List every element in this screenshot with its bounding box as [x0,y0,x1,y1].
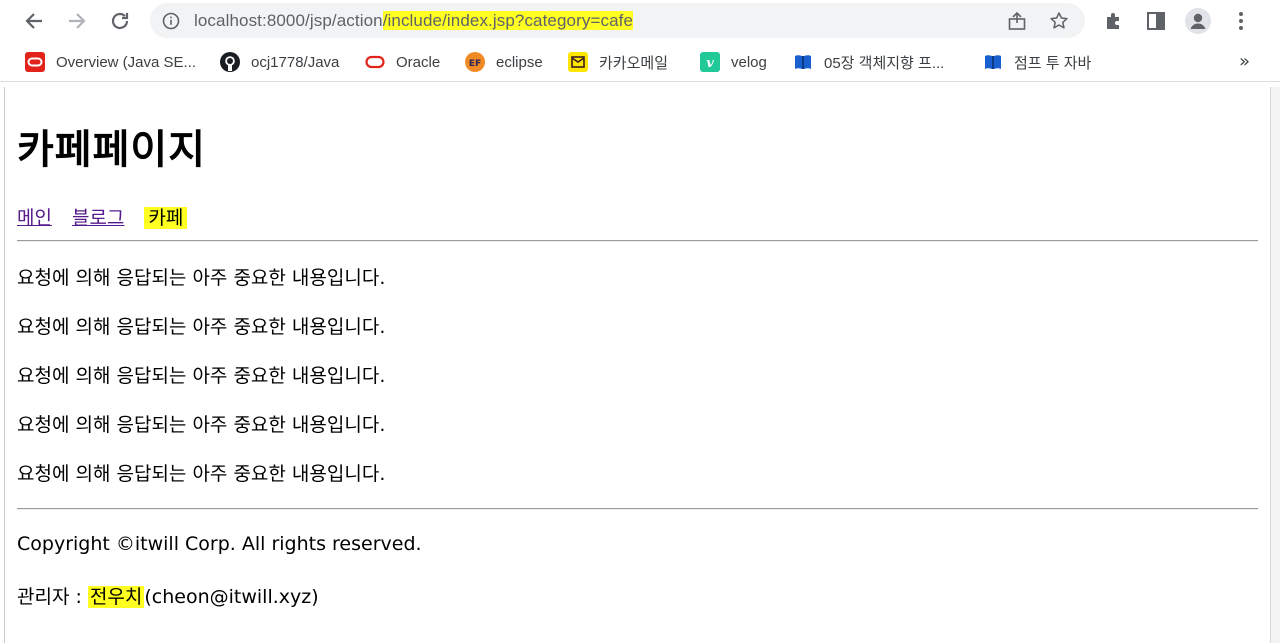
content-line: 요청에 의해 응답되는 아주 중요한 내용입니다. [17,463,386,485]
bookmark-oracle[interactable]: Oracle [364,51,440,73]
arrow-left-icon [25,13,42,29]
avatar-icon [1185,8,1211,34]
forward-button[interactable] [62,6,92,36]
url-text[interactable]: localhost:8000/jsp/action/include/index.… [194,11,634,31]
bookmark-label: 카카오메일 [599,54,669,72]
content-area: 요청에 의해 응답되는 아주 중요한 내용입니다. 요청에 의해 응답되는 아주… [17,262,385,507]
info-icon[interactable] [162,12,180,30]
oracle-ring-icon [364,51,386,73]
bookmark-label: 05장 객체지향 프... [824,54,945,72]
page-viewport: 카페페이지 메인 블로그 카페 요청에 의해 응답되는 아주 중요한 내용입니다. … [4,87,1269,643]
side-panel-button[interactable] [1141,6,1171,36]
admin-email: (cheon@itwill.xyz) [144,586,319,608]
page-title: 카페페이지 [17,127,206,173]
book-icon [982,51,1004,73]
nav-link-cafe-current[interactable]: 카페 [144,207,188,229]
nav-link-blog[interactable]: 블로그 [72,207,124,229]
window-edge [1270,87,1280,643]
eclipse-icon: EF [464,51,486,73]
bookmark-github-java[interactable]: ocj1778/Java [219,51,339,73]
bookmark-label: Overview (Java SE... [56,53,197,71]
book-icon [792,51,814,73]
velog-icon: v [699,51,721,73]
divider [17,240,1258,242]
kakao-mail-icon [567,51,589,73]
extensions-button[interactable] [1098,6,1128,36]
github-icon [219,51,241,73]
nav-menu: 메인 블로그 카페 [17,203,188,230]
bookmarks-overflow-button[interactable]: » [1239,51,1250,72]
bookmark-label: ocj1778/Java [251,53,340,71]
puzzle-icon [1107,13,1119,29]
bookmark-jump-to-java[interactable]: 점프 투 자바 [982,51,1091,73]
bookmark-chapter5-oop[interactable]: 05장 객체지향 프... [792,51,944,73]
profile-button[interactable] [1183,6,1213,36]
bookmark-label: Oracle [396,53,441,71]
bookmark-label: velog [731,53,767,71]
bookmark-velog[interactable]: v velog [699,51,767,73]
menu-button[interactable] [1226,6,1256,36]
content-line: 요청에 의해 응답되는 아주 중요한 내용입니다. [17,316,386,338]
share-icon[interactable] [1006,10,1028,32]
content-line: 요청에 의해 응답되는 아주 중요한 내용입니다. [17,267,386,289]
admin-name: 전우치 [87,586,145,608]
address-bar[interactable]: localhost:8000/jsp/action/include/index.… [150,3,1085,38]
bookmark-kakao-mail[interactable]: 카카오메일 [567,51,668,73]
back-button[interactable] [19,6,49,36]
footer-admin: 관리자 : 전우치 (cheon@itwill.xyz) [17,582,319,609]
browser-toolbar: localhost:8000/jsp/action/include/index.… [0,0,1280,42]
nav-link-main[interactable]: 메인 [17,207,52,229]
bookmark-overview-java[interactable]: Overview (Java SE... [24,51,196,73]
svg-text:EF: EF [469,59,481,69]
side-panel-icon [1147,12,1165,30]
arrow-right-icon [69,13,86,29]
bookmark-label: 점프 투 자바 [1014,54,1092,72]
kebab-menu-icon [1239,12,1243,30]
oracle-icon [24,51,46,73]
content-line: 요청에 의해 응답되는 아주 중요한 내용입니다. [17,414,386,436]
svg-text:v: v [706,56,714,71]
bookmark-label: eclipse [496,53,543,71]
bookmark-eclipse[interactable]: EF eclipse [464,51,543,73]
reload-button[interactable] [105,6,135,36]
url-plain: localhost:8000/jsp/action [194,11,383,30]
footer-copyright: Copyright ©itwill Corp. All rights reser… [17,533,422,555]
star-icon[interactable] [1048,10,1070,32]
url-highlighted: /include/index.jsp?category=cafe [382,11,634,30]
content-line: 요청에 의해 응답되는 아주 중요한 내용입니다. [17,365,386,387]
divider [17,508,1258,510]
reload-icon [111,12,129,30]
bookmarks-bar: Overview (Java SE... ocj1778/Java Oracle… [0,42,1280,82]
admin-label: 관리자 : [17,586,88,608]
